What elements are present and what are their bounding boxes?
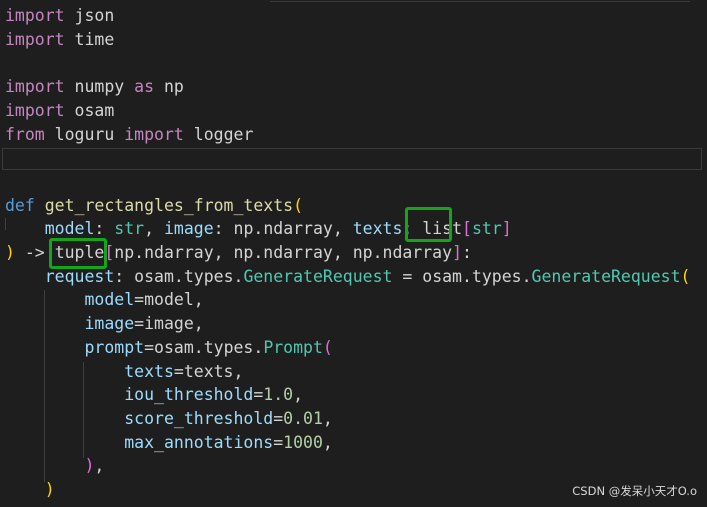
code-token: : [94, 219, 115, 239]
code-token: import [5, 100, 65, 120]
code-token: , [293, 385, 304, 405]
code-token: 1000 [283, 432, 323, 452]
code-token: score_threshold [124, 408, 274, 428]
code-token: as [134, 77, 155, 97]
code-token: ( [322, 337, 333, 357]
code-token: = [273, 408, 284, 428]
code-token: texts [124, 361, 174, 381]
code-token: : [462, 243, 472, 262]
code-token: image [163, 219, 214, 239]
code-token: : np.ndarray, [213, 219, 353, 239]
code-token: ) [44, 480, 55, 499]
code-token: json [64, 6, 115, 25]
code-token: 1.0 [263, 385, 294, 405]
code-token: import [124, 124, 184, 144]
code-line[interactable]: image=image, [5, 312, 204, 336]
code-token: iou_threshold [124, 385, 254, 405]
code-line[interactable]: prompt=osam.types.Prompt( [5, 336, 333, 360]
code-token: image [84, 314, 135, 334]
code-token: =osam.types. [144, 337, 264, 357]
code-line[interactable]: import numpy as np [5, 75, 184, 99]
code-token: logger [183, 124, 254, 144]
code-token: prompt [84, 337, 145, 357]
highlight-box-list [405, 207, 452, 242]
code-token: import [5, 29, 65, 49]
code-token: = [253, 385, 264, 405]
code-token: np.ndarray, np.ndarray, np.ndarray [114, 243, 453, 262]
code-line[interactable]: score_threshold=0.01, [5, 407, 333, 431]
code-token: , [94, 456, 105, 476]
code-token: , [322, 408, 333, 428]
code-token: texts [352, 219, 403, 239]
code-line[interactable]: texts=texts, [5, 360, 243, 384]
code-token: ] [501, 219, 512, 239]
code-token: ] [452, 243, 462, 262]
code-token: model [84, 290, 135, 310]
code-token: , [144, 219, 164, 239]
code-line[interactable]: request: osam.types.GenerateRequest = os… [5, 265, 691, 289]
code-token: =model, [134, 290, 204, 310]
code-token: 0.01 [283, 408, 323, 428]
code-token: ( [293, 195, 304, 215]
code-token: GenerateRequest [531, 266, 681, 286]
code-line[interactable]: model=model, [5, 288, 204, 312]
code-token: time [64, 29, 115, 49]
current-line-highlight [2, 148, 702, 170]
code-token: =texts, [173, 361, 244, 381]
code-line[interactable]: from loguru import logger [5, 123, 253, 147]
code-token: import [5, 6, 65, 25]
code-token: loguru [44, 124, 125, 144]
code-token: str [471, 219, 502, 239]
code-line[interactable]: def get_rectangles_from_texts( [5, 194, 303, 218]
code-token: ) [5, 243, 15, 262]
code-token: ( [680, 266, 691, 286]
code-token: np [154, 77, 184, 97]
code-token: [ [462, 219, 472, 239]
scroll-edge [270, 0, 690, 2]
code-token: GenerateRequest [243, 266, 393, 286]
code-token: def [5, 195, 35, 215]
code-token: max_annotations [124, 432, 274, 452]
code-token: numpy [64, 77, 135, 97]
code-token: str [114, 219, 145, 239]
code-token: = osam.types. [392, 266, 532, 286]
code-token: =image, [134, 314, 204, 334]
code-line[interactable]: ), [5, 454, 104, 478]
code-line[interactable]: import json [5, 4, 114, 28]
code-token: import [5, 77, 65, 97]
code-token: get_rectangles_from_texts [44, 195, 294, 215]
highlight-box-tuple [49, 238, 107, 269]
code-token: ) [84, 456, 95, 476]
code-line[interactable]: ) [5, 478, 55, 502]
watermark: CSDN @发呆小天才O.o [572, 484, 697, 498]
code-line[interactable]: import osam [5, 99, 114, 123]
code-token: = [273, 432, 284, 452]
code-token: from [5, 124, 45, 144]
code-line[interactable]: import time [5, 28, 114, 52]
code-token: model [44, 219, 95, 239]
code-editor[interactable]: import json import time import numpy as np… [0, 0, 707, 507]
code-token: request [44, 266, 115, 286]
code-token: osam [64, 100, 115, 120]
code-token: , [322, 432, 333, 452]
code-line[interactable]: max_annotations=1000, [5, 431, 333, 455]
code-token: Prompt [263, 337, 323, 357]
code-line[interactable]: iou_threshold=1.0, [5, 383, 303, 407]
code-token: : osam.types. [114, 266, 244, 286]
